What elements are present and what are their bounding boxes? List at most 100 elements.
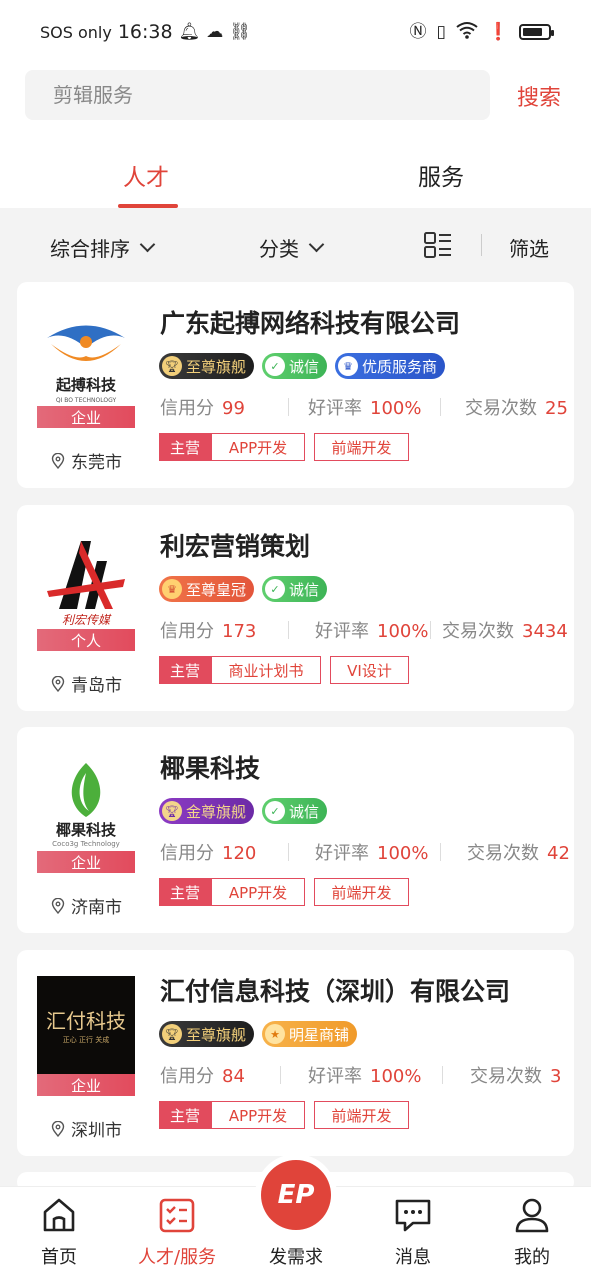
logo-text: 起搏科技 — [55, 376, 117, 394]
company-logo: 椰果科技 Coco3g Technology — [37, 753, 135, 853]
service-tag: 前端开发 — [314, 1101, 410, 1129]
trophy-icon: 🏆︎ — [162, 1024, 182, 1044]
type-badge: 企业 — [37, 1074, 135, 1096]
layout-toggle-icon[interactable] — [424, 232, 452, 258]
location-pin-icon — [51, 1120, 65, 1137]
nav-messages[interactable]: 消息 — [363, 1195, 463, 1269]
badge-integrity: ✓ 诚信 — [262, 798, 328, 824]
trophy-icon: 🏆︎ — [162, 356, 182, 376]
location-pin-icon — [51, 897, 65, 914]
chevron-down-icon — [139, 236, 156, 253]
badge-row: 🏆︎ 金尊旗舰 ✓ 诚信 — [159, 798, 328, 824]
nav-messages-label: 消息 — [395, 1247, 431, 1268]
provider-card[interactable]: 利宏传媒 个人 青岛市 利宏营销策划 ♛ 至尊皇冠 ✓ 诚信 信用分 173 好评率 1… — [17, 505, 574, 711]
filter-button[interactable]: 筛选 — [509, 233, 549, 262]
credit-stat: 信用分 99 — [160, 398, 245, 419]
badge-star-shop: ★ 明星商铺 — [262, 1021, 358, 1047]
badge-supreme-flagship: 🏆︎ 至尊旗舰 — [159, 1021, 255, 1047]
status-bar: SOS only 16:38 🔔︎ ☁︎ ⛓︎ Ⓝ ▯ ❗ — [0, 0, 591, 64]
badge-quality-provider: ♛ 优质服务商 — [335, 353, 446, 379]
crown-icon: ♛ — [162, 579, 182, 599]
logo-subtext: Coco3g Technology — [52, 840, 120, 848]
search-button[interactable]: 搜索 — [517, 80, 561, 112]
service-tag: 前端开发 — [314, 878, 410, 906]
badge-supreme-flagship: 🏆︎ 至尊旗舰 — [159, 353, 255, 379]
carrier-text: SOS only — [40, 22, 112, 42]
location: 东莞市 — [51, 448, 122, 473]
main-business-label: 主营 — [159, 878, 212, 906]
sort-dropdown[interactable]: 综合排序 — [50, 233, 156, 262]
logo-subtext: 正心 正行 关成 — [63, 1035, 109, 1044]
trades-stat: 交易次数 3434 — [442, 621, 568, 642]
vibrate-icon: ▯ — [436, 21, 446, 42]
star-icon: ★ — [265, 1024, 286, 1044]
search-input[interactable] — [53, 83, 490, 107]
service-tag: 商业计划书 — [211, 656, 322, 684]
service-tag: APP开发 — [211, 433, 306, 461]
nav-mine-label: 我的 — [514, 1247, 550, 1268]
nav-mine[interactable]: 我的 — [482, 1195, 582, 1269]
post-demand-label: 发需求 — [269, 1247, 323, 1268]
location-text: 济南市 — [71, 898, 122, 918]
service-tag: 前端开发 — [314, 433, 410, 461]
logo-text: 椰果科技 — [56, 821, 117, 839]
tab-service[interactable]: 服务 — [418, 158, 464, 192]
provider-card[interactable]: 椰果科技 Coco3g Technology 企业 济南市 椰果科技 🏆︎ 金尊旗… — [17, 727, 574, 933]
bell-icon: 🔔︎ — [178, 21, 201, 42]
rating-stat: 好评率 100% — [308, 1066, 422, 1087]
provider-card[interactable]: 起搏科技 QI BO TECHNOLOGY 企业 东莞市 广东起搏网络科技有限公… — [17, 282, 574, 488]
crown-icon: ♛ — [338, 356, 359, 376]
badge-row: 🏆︎ 至尊旗舰 ★ 明星商铺 — [159, 1021, 358, 1047]
service-tag: APP开发 — [211, 1101, 306, 1129]
trades-stat: 交易次数 3 — [470, 1066, 562, 1087]
divider — [481, 234, 482, 256]
company-logo: 利宏传媒 — [37, 531, 135, 631]
cloud-icon: ☁︎ — [206, 21, 224, 42]
company-logo: 起搏科技 QI BO TECHNOLOGY — [37, 308, 135, 408]
credit-stat: 信用分 120 — [160, 843, 257, 864]
provider-card[interactable]: 汇付科技 正心 正行 关成 企业 深圳市 汇付信息科技（深圳）有限公司 🏆︎ 至尊… — [17, 950, 574, 1156]
badge-gold-flagship: 🏆︎ 金尊旗舰 — [159, 798, 255, 824]
rating-stat: 好评率 100% — [308, 398, 422, 419]
tab-bar: 人才 服务 — [0, 150, 591, 208]
provider-name: 椰果科技 — [160, 754, 261, 783]
home-icon — [43, 1198, 75, 1232]
chat-bubble-icon — [395, 1199, 431, 1232]
nav-talent-label: 人才/服务 — [137, 1247, 217, 1268]
provider-name: 广东起搏网络科技有限公司 — [160, 309, 461, 338]
badge-row: ♛ 至尊皇冠 ✓ 诚信 — [159, 576, 328, 602]
search-box[interactable] — [25, 70, 490, 120]
nfc-icon: Ⓝ — [409, 21, 427, 42]
nav-home[interactable]: 首页 — [9, 1195, 109, 1269]
tab-talent[interactable]: 人才 — [123, 158, 169, 192]
tag-row: 主营 APP开发 前端开发 — [159, 1101, 410, 1129]
location-text: 深圳市 — [71, 1121, 122, 1141]
company-logo: 汇付科技 正心 正行 关成 — [37, 976, 135, 1076]
category-dropdown[interactable]: 分类 — [259, 233, 325, 262]
chevron-down-icon — [308, 236, 325, 253]
location: 济南市 — [51, 893, 122, 918]
location-pin-icon — [51, 675, 65, 692]
provider-name: 利宏营销策划 — [160, 532, 311, 561]
nav-home-label: 首页 — [41, 1247, 77, 1268]
clock: 16:38 — [117, 21, 173, 43]
sort-label: 综合排序 — [50, 237, 130, 261]
nav-talent-service[interactable]: 人才/服务 — [127, 1195, 227, 1269]
location-text: 东莞市 — [71, 453, 122, 473]
trades-stat: 交易次数 25 — [465, 398, 568, 419]
category-label: 分类 — [259, 237, 299, 261]
location-text: 青岛市 — [71, 676, 122, 696]
post-demand-button[interactable]: EP — [261, 1160, 331, 1230]
tag-row: 主营 APP开发 前端开发 — [159, 878, 410, 906]
rating-stat: 好评率 100% — [315, 843, 429, 864]
type-badge: 企业 — [37, 851, 135, 873]
service-tag: APP开发 — [211, 878, 306, 906]
badge-supreme-crown: ♛ 至尊皇冠 — [159, 576, 255, 602]
logo-text: 利宏传媒 — [62, 613, 112, 627]
shield-icon: ✓ — [265, 356, 286, 376]
main-business-label: 主营 — [159, 1101, 212, 1129]
alert-icon: ❗ — [487, 21, 509, 42]
credit-stat: 信用分 84 — [160, 1066, 245, 1087]
header: 搜索 人才 服务 — [0, 64, 591, 208]
rating-stat: 好评率 100% — [315, 621, 429, 642]
